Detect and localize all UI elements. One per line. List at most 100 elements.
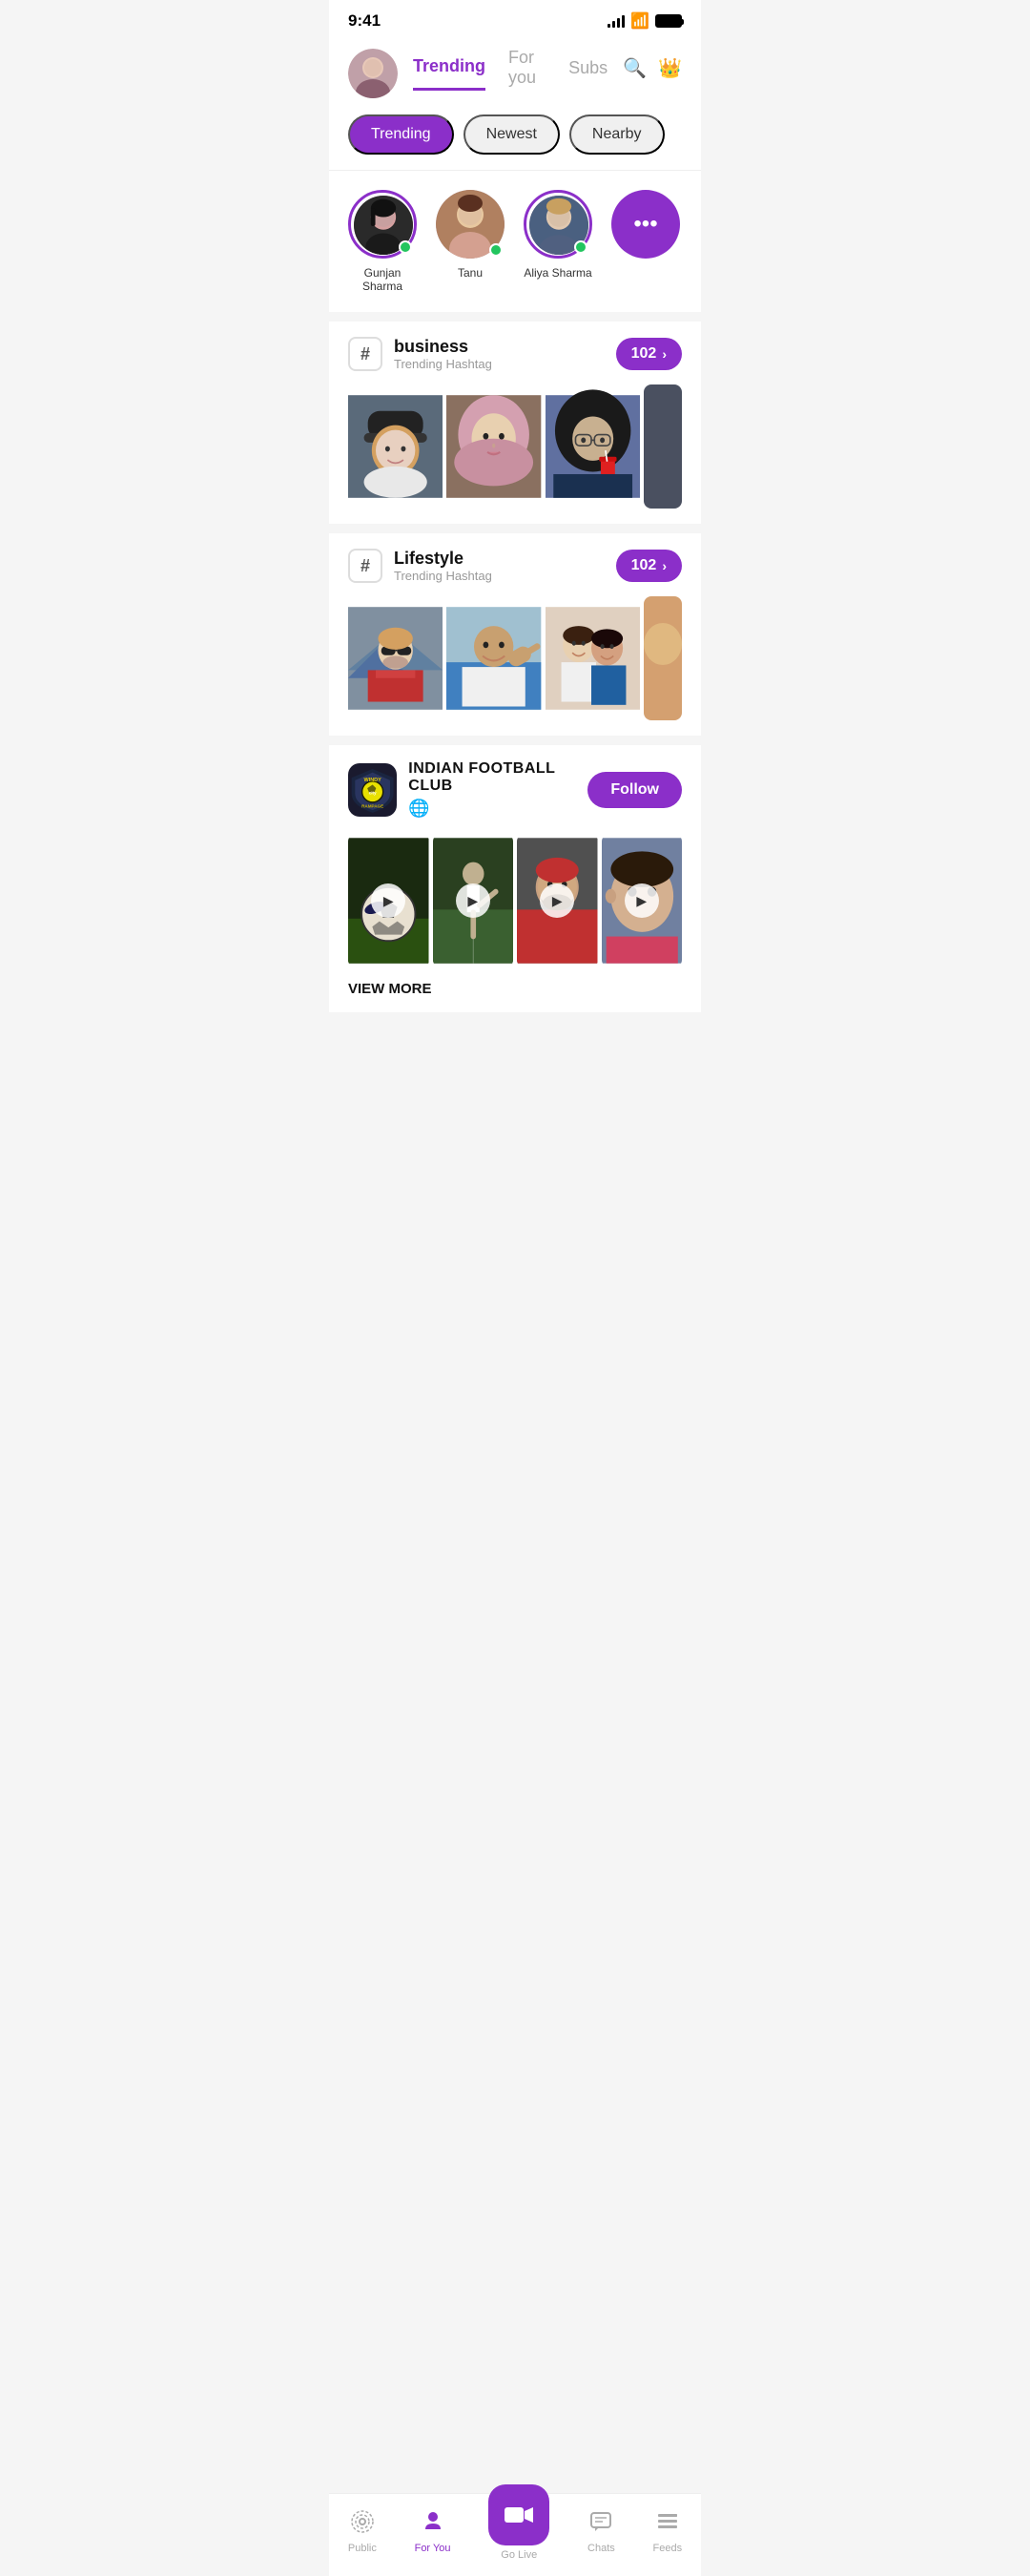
story-item-2[interactable]: Tanu [436,190,505,280]
lifestyle-subtitle: Trending Hashtag [394,569,492,583]
story-more[interactable]: ••• [611,190,680,259]
go-live-button[interactable] [488,2484,549,2545]
chats-icon [589,2510,612,2539]
bottom-spacer [329,1022,701,1098]
business-arrow-icon: › [662,346,667,362]
chat-icon [589,2510,612,2533]
more-dots-icon: ••• [633,211,657,238]
lifestyle-count-badge[interactable]: 102 › [616,550,682,582]
nav-public[interactable]: Public [348,2510,377,2554]
public-icon [351,2510,374,2539]
camera-icon [505,2503,533,2526]
business-img-1[interactable] [348,384,443,509]
user-avatar[interactable] [348,49,398,98]
hashtag-icon-business: # [348,337,382,371]
lifestyle-image-grid [348,596,682,720]
club-logo: WINDY RAMPAGE city [348,763,397,817]
status-icons: 📶 [608,11,682,31]
lifestyle-section-header: # Lifestyle Trending Hashtag 102 › [348,549,682,583]
avatar-svg [348,49,398,98]
business-title: business [394,337,492,357]
lifestyle-img-1[interactable] [348,596,443,720]
svg-text:WINDY: WINDY [364,777,382,782]
lifestyle-person-3-svg [546,596,640,720]
video-play-icon-3[interactable]: ▶ [540,883,574,918]
business-person-4-svg [644,384,682,509]
story-online-dot-1 [399,240,412,254]
video-thumb-2[interactable]: ▶ [433,834,514,967]
club-info: WINDY RAMPAGE city INDIAN FOOTBALL CLUB … [348,760,587,819]
business-person-3-svg [546,384,640,509]
business-person-1-svg [348,384,443,509]
lifestyle-count: 102 [631,557,657,574]
person-icon [422,2510,444,2533]
battery-icon [655,14,682,28]
filter-newest[interactable]: Newest [464,114,560,155]
business-person-2-svg [446,384,541,509]
radio-icon [351,2510,374,2533]
nav-for-you[interactable]: For You [415,2510,451,2554]
play-icon-2: ▶ [467,893,478,909]
business-count: 102 [631,345,657,363]
lifestyle-img-2[interactable] [446,596,541,720]
tab-for-you[interactable]: For you [508,48,546,99]
story-online-dot-3 [574,240,587,254]
business-img-2[interactable] [446,384,541,509]
crown-icon[interactable]: 👑 [658,56,682,80]
video-grid: ▶ ▶ [348,834,682,967]
tab-trending[interactable]: Trending [413,56,485,91]
feeds-icon-svg [656,2510,679,2533]
hashtag-section-business: # business Trending Hashtag 102 › [329,322,701,524]
nav-chats[interactable]: Chats [587,2510,615,2554]
story-avatar-2[interactable] [436,190,505,259]
video-thumb-1[interactable]: ▶ [348,834,429,967]
search-icon[interactable]: 🔍 [623,56,647,80]
tab-subs[interactable]: Subs [568,58,608,90]
svg-text:city: city [369,790,377,795]
video-play-icon-4[interactable]: ▶ [625,883,659,918]
header: Trending For you Subs 🔍 👑 [329,38,701,99]
business-title-group: # business Trending Hashtag [348,337,492,371]
business-image-grid [348,384,682,509]
club-text-group: INDIAN FOOTBALL CLUB 🌐 [408,760,587,819]
business-section-header: # business Trending Hashtag 102 › [348,337,682,371]
filter-nearby[interactable]: Nearby [569,114,665,155]
nav-feeds[interactable]: Feeds [653,2510,683,2554]
video-thumb-4[interactable]: ▶ [602,834,683,967]
club-section: WINDY RAMPAGE city INDIAN FOOTBALL CLUB … [329,745,701,1012]
nav-public-label: Public [348,2543,377,2554]
story-item-3[interactable]: Aliya Sharma [524,190,592,280]
story-name-1: Gunjan Sharma [348,266,417,293]
story-name-3: Aliya Sharma [524,266,591,280]
story-item[interactable]: Gunjan Sharma [348,190,417,293]
business-img-3[interactable] [546,384,640,509]
video-play-icon-1[interactable]: ▶ [371,883,405,918]
story-more-btn[interactable]: ••• [611,190,680,259]
wifi-icon: 📶 [630,11,649,31]
business-count-badge[interactable]: 102 › [616,338,682,370]
club-globe: 🌐 [408,799,587,819]
lifestyle-title: Lifestyle [394,549,492,569]
video-thumb-3[interactable]: ▶ [517,834,598,967]
business-text-group: business Trending Hashtag [394,337,492,371]
lifestyle-img-3[interactable] [546,596,640,720]
feeds-icon [656,2510,679,2539]
story-online-dot-2 [489,243,503,257]
filter-trending[interactable]: Trending [348,114,454,155]
video-play-icon-2[interactable]: ▶ [456,883,490,918]
nav-go-live[interactable]: Go Live [488,2503,549,2561]
svg-text:RAMPAGE: RAMPAGE [361,803,383,808]
story-avatar-1[interactable] [348,190,417,259]
view-more[interactable]: VIEW MORE [348,981,682,997]
nav-chats-label: Chats [587,2543,615,2554]
lifestyle-arrow-icon: › [662,558,667,573]
signal-icon [608,14,625,28]
lifestyle-img-4[interactable] [644,596,682,720]
for-you-icon [422,2510,444,2539]
lifestyle-person-1-svg [348,596,443,720]
business-img-4[interactable] [644,384,682,509]
follow-button[interactable]: Follow [587,772,682,808]
club-logo-svg: WINDY RAMPAGE city [348,763,397,817]
story-avatar-3[interactable] [524,190,592,259]
nav-for-you-label: For You [415,2543,451,2554]
